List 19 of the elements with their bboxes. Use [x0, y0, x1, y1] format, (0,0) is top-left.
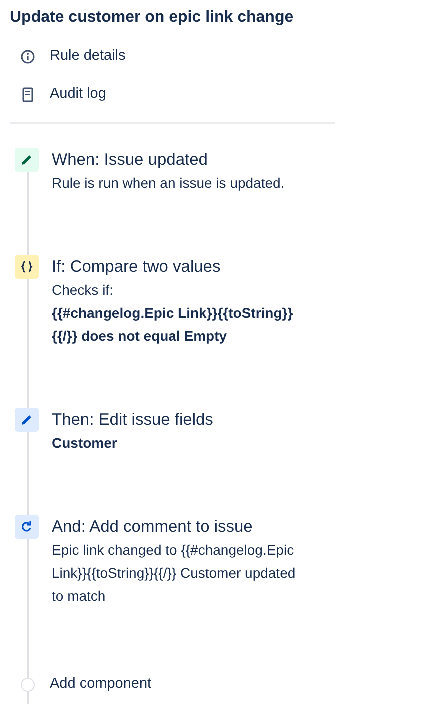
- pencil-icon: [15, 148, 39, 172]
- step-title[interactable]: Then: Edit issue fields: [52, 408, 307, 432]
- document-icon: [20, 87, 36, 103]
- refresh-icon: [15, 515, 39, 539]
- menu-link[interactable]: Rule details: [20, 38, 445, 76]
- step-description: Epic link changed to {{#changelog.Epic Link}}{{toString}}{{/}} Customer updated to match: [52, 541, 297, 606]
- step-description: {{#changelog.Epic Link}}{{toString}} {{/}} does not equal Empty: [52, 304, 294, 346]
- step-title[interactable]: And: Add comment to issue: [52, 515, 307, 539]
- info-icon: [20, 49, 36, 65]
- step-title[interactable]: If: Compare two values: [52, 255, 307, 279]
- rule-title: Update customer on epic link change: [9, 8, 295, 28]
- step-description: Customer: [52, 434, 118, 453]
- braces-icon: [15, 255, 39, 279]
- step-title[interactable]: When: Issue updated: [52, 148, 307, 172]
- step-description: Checks if:: [52, 281, 114, 300]
- add-component-link[interactable]: Add component: [50, 674, 152, 696]
- pencil-icon: [15, 408, 39, 432]
- step-description: Rule is run when an issue is updated.: [52, 174, 286, 193]
- menu-link[interactable]: Audit log: [20, 76, 445, 114]
